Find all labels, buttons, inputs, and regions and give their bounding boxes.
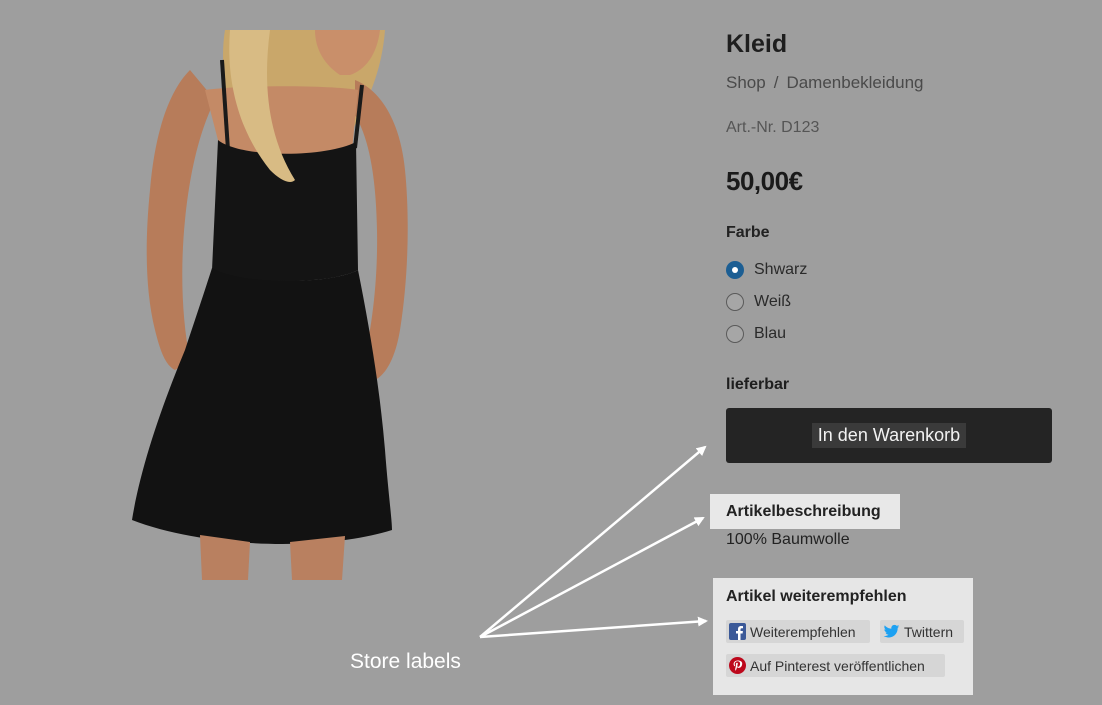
radio-button[interactable]	[726, 293, 744, 311]
annotation-label: Store labels	[350, 650, 461, 673]
radio-button[interactable]	[726, 325, 744, 343]
breadcrumb-shop[interactable]: Shop	[726, 73, 766, 92]
color-option-black[interactable]: Shwarz	[726, 254, 807, 286]
product-sku: Art.-Nr. D123	[726, 119, 820, 136]
breadcrumb-category[interactable]: Damenbekleidung	[786, 73, 923, 92]
pinterest-share-button[interactable]: Auf Pinterest veröffentlichen	[726, 654, 945, 677]
twitter-share-label: Twittern	[904, 623, 954, 640]
breadcrumb-separator: /	[773, 73, 779, 92]
color-option-blue[interactable]: Blau	[726, 318, 807, 350]
facebook-share-button[interactable]: Weiterempfehlen	[726, 620, 870, 643]
color-options: Shwarz Weiß Blau	[726, 254, 807, 350]
color-label: Farbe	[726, 224, 770, 241]
add-to-cart-button[interactable]: In den Warenkorb	[726, 408, 1052, 463]
radio-button-checked[interactable]	[726, 261, 744, 279]
breadcrumb: Shop / Damenbekleidung	[726, 73, 923, 93]
twitter-share-button[interactable]: Twittern	[880, 620, 964, 643]
add-to-cart-label: In den Warenkorb	[811, 423, 967, 448]
facebook-icon	[729, 623, 746, 640]
color-option-label: Blau	[754, 325, 787, 342]
facebook-share-label: Weiterempfehlen	[750, 623, 856, 640]
color-option-label: Shwarz	[754, 261, 808, 278]
product-image	[130, 30, 410, 580]
pinterest-icon	[729, 657, 746, 674]
pinterest-share-label: Auf Pinterest veröffentlichen	[750, 657, 925, 674]
share-title: Artikel weiterempfehlen	[726, 588, 907, 605]
description-text: 100% Baumwolle	[726, 531, 850, 548]
color-option-white[interactable]: Weiß	[726, 286, 807, 318]
product-title: Kleid	[726, 30, 788, 58]
twitter-icon	[883, 623, 900, 640]
product-price: 50,00€	[726, 166, 803, 196]
description-title: Artikelbeschreibung	[726, 503, 881, 520]
color-option-label: Weiß	[754, 293, 792, 310]
availability-status: lieferbar	[726, 376, 790, 393]
